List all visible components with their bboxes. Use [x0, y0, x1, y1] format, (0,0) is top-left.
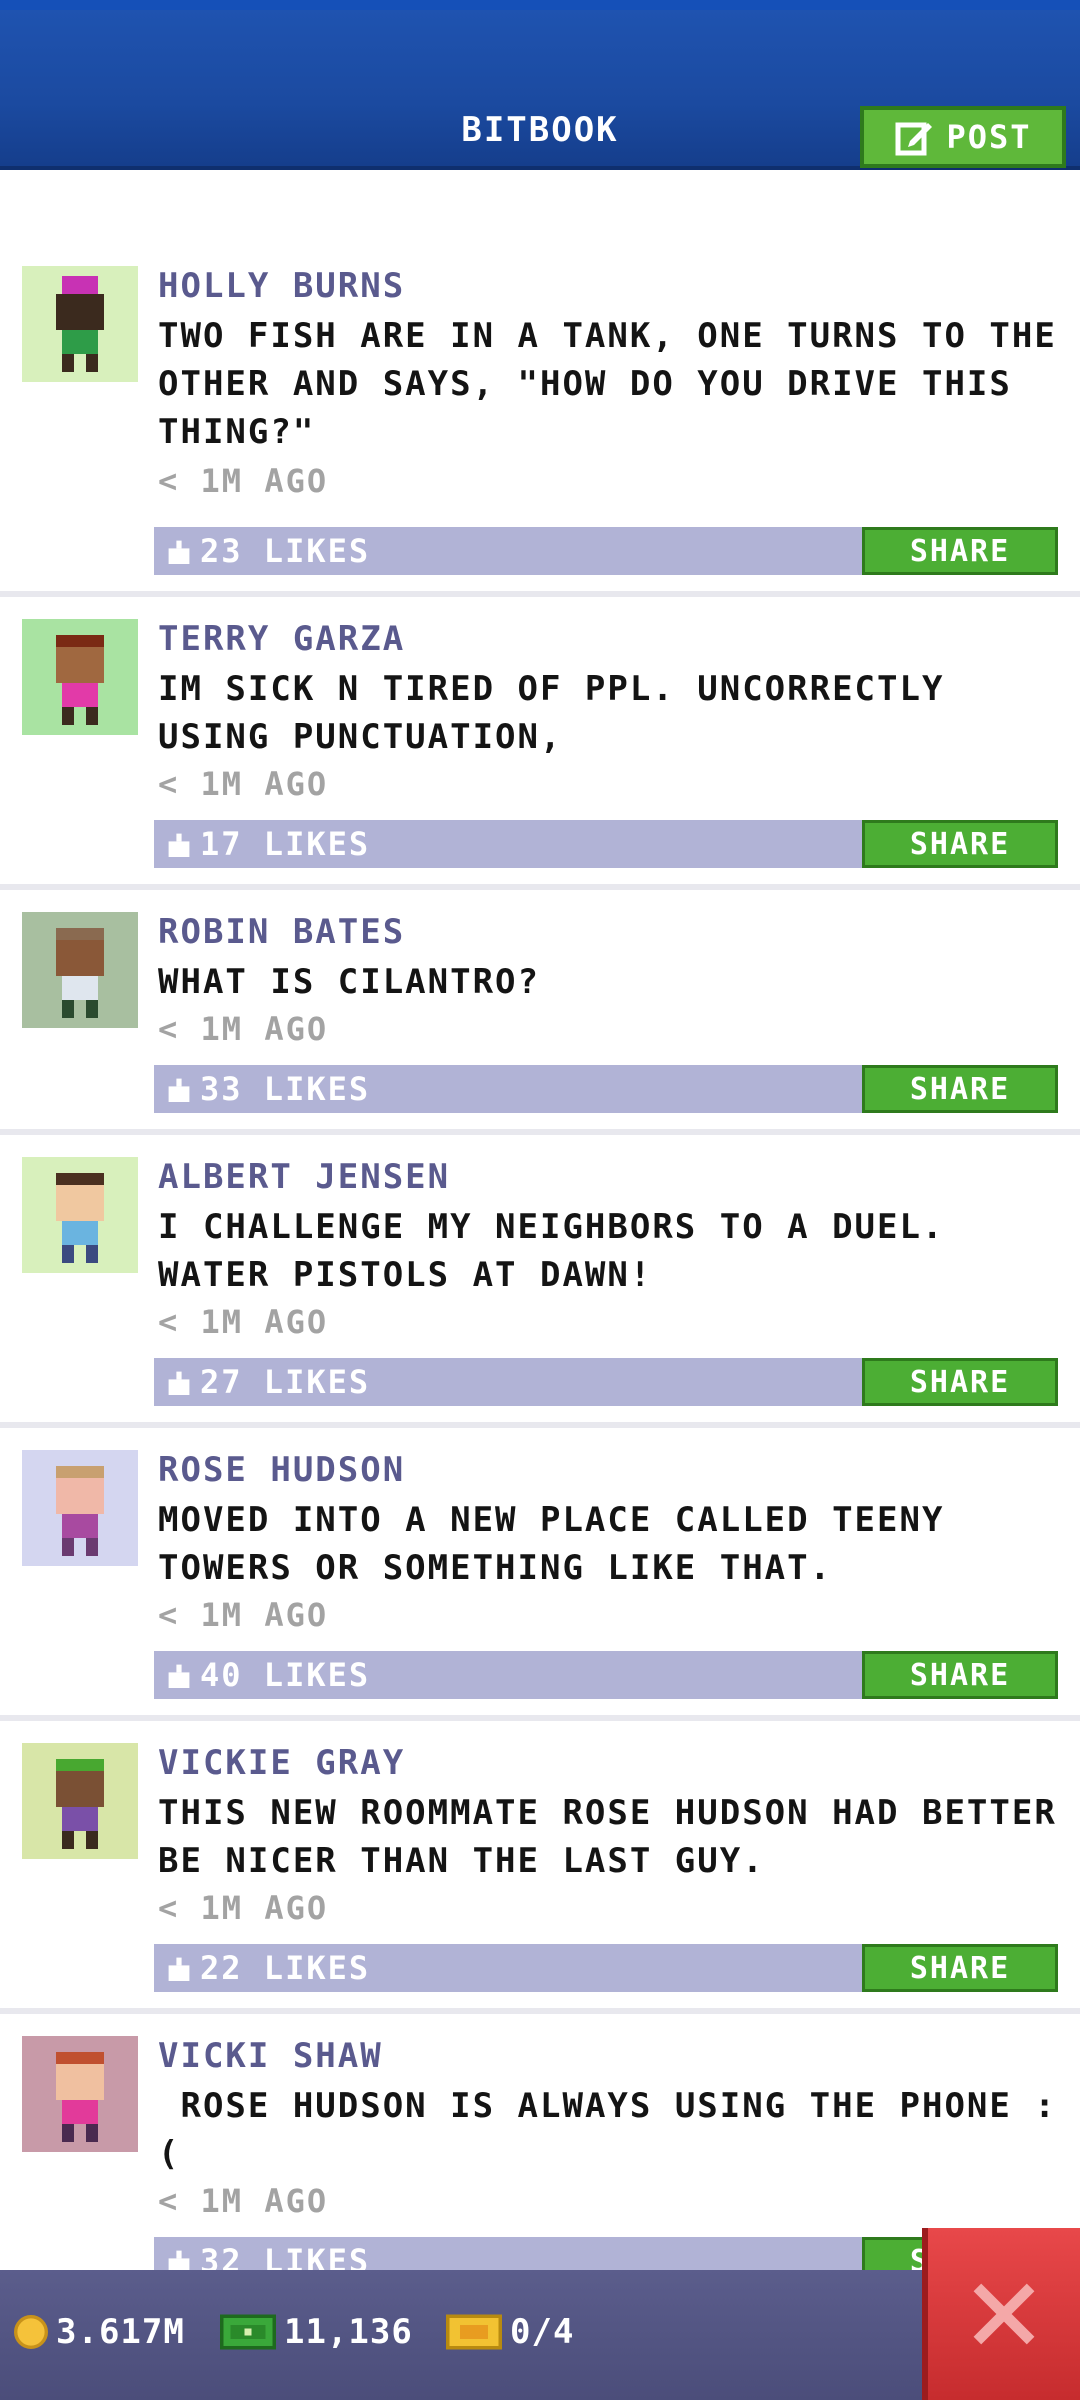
post-author: VICKIE GRAY [158, 1743, 406, 1783]
coin-icon [14, 2315, 48, 2349]
avatar[interactable] [22, 1157, 138, 1273]
share-button[interactable]: SHARE [862, 1944, 1058, 1992]
post-message: THIS NEW ROOMMATE ROSE HUDSON HAD BETTER… [158, 1793, 1057, 1881]
post-time: < 1M AGO [158, 462, 329, 500]
avatar[interactable] [22, 912, 138, 1028]
post-time: < 1M AGO [158, 2182, 329, 2220]
edit-icon [895, 122, 933, 156]
status-bar: 3.617M 11,136 0/4 [0, 2270, 1080, 2400]
thumbs-up-icon [168, 540, 190, 564]
coins-stat: 3.617M [14, 2312, 185, 2352]
post-time: < 1M AGO [158, 1889, 329, 1927]
thumbs-up-icon [168, 2250, 190, 2270]
post-message: I CHALLENGE MY NEIGHBORS TO A DUEL. WATE… [158, 1207, 945, 1295]
share-button[interactable]: SHARE [862, 820, 1058, 868]
post: ROBIN BATES WHAT IS CILANTRO? < 1M AGO 3… [0, 890, 1080, 1135]
avatar[interactable] [22, 1743, 138, 1859]
thumbs-up-icon [168, 1664, 190, 1688]
post-author: HOLLY BURNS [158, 266, 406, 306]
bux-stat: 11,136 [220, 2312, 413, 2352]
coins-value: 3.617M [56, 2312, 185, 2352]
post-button[interactable]: POST [860, 106, 1066, 168]
post-author: TERRY GARZA [158, 619, 406, 659]
post-time: < 1M AGO [158, 765, 329, 803]
avatar-icon [56, 928, 104, 1018]
like-bar: 33 LIKES SHARE [154, 1065, 1058, 1113]
post-time: < 1M AGO [158, 1596, 329, 1634]
post-message: TWO FISH ARE IN A TANK, ONE TURNS TO THE… [158, 316, 1057, 452]
post-message: WHAT IS CILANTRO? [158, 962, 540, 1002]
post-author: ROSE HUDSON [158, 1450, 406, 1490]
like-count: 40 LIKES [200, 1656, 371, 1694]
post-author: ROBIN BATES [158, 912, 406, 952]
avatar-icon [56, 1173, 104, 1263]
like-count: 22 LIKES [200, 1949, 371, 1987]
bux-value: 11,136 [284, 2312, 413, 2352]
bux-icon [220, 2314, 276, 2350]
post: ALBERT JENSEN I CHALLENGE MY NEIGHBORS T… [0, 1135, 1080, 1428]
post: VICKI SHAW ROSE HUDSON IS ALWAYS USING T… [0, 2014, 1080, 2270]
avatar[interactable] [22, 2036, 138, 2152]
like-count: 33 LIKES [200, 1070, 371, 1108]
post: VICKIE GRAY THIS NEW ROOMMATE ROSE HUDSO… [0, 1721, 1080, 2014]
tickets-stat: 0/4 [446, 2312, 574, 2352]
avatar-icon [56, 1466, 104, 1556]
close-button[interactable] [922, 2228, 1080, 2400]
avatar[interactable] [22, 619, 138, 735]
avatar-icon [56, 1759, 104, 1849]
avatar[interactable] [22, 266, 138, 382]
post-time: < 1M AGO [158, 1303, 329, 1341]
thumbs-up-icon [168, 1957, 190, 1981]
avatar[interactable] [22, 1450, 138, 1566]
share-button[interactable]: SHARE [862, 1651, 1058, 1699]
share-button[interactable]: SHARE [862, 1065, 1058, 1113]
post: HOLLY BURNS TWO FISH ARE IN A TANK, ONE … [0, 170, 1080, 597]
like-bar: 27 LIKES SHARE [154, 1358, 1058, 1406]
thumbs-up-icon [168, 1078, 190, 1102]
feed[interactable]: HOLLY BURNS TWO FISH ARE IN A TANK, ONE … [0, 170, 1080, 2270]
share-button[interactable]: SHARE [862, 1358, 1058, 1406]
ticket-icon [446, 2314, 502, 2350]
post-author: ALBERT JENSEN [158, 1157, 451, 1197]
close-icon [973, 2283, 1035, 2345]
post-message: MOVED INTO A NEW PLACE CALLED TEENY TOWE… [158, 1500, 945, 1588]
post-message: ROSE HUDSON IS ALWAYS USING THE PHONE :( [158, 2086, 1057, 2174]
top-bar: BITBOOK POST [0, 0, 1080, 170]
avatar-icon [56, 635, 104, 725]
share-button[interactable]: SHARE [862, 527, 1058, 575]
like-count: 27 LIKES [200, 1363, 371, 1401]
post-button-label: POST [946, 118, 1032, 156]
like-bar: 23 LIKES SHARE [154, 527, 1058, 575]
post: ROSE HUDSON MOVED INTO A NEW PLACE CALLE… [0, 1428, 1080, 1721]
like-bar: 17 LIKES SHARE [154, 820, 1058, 868]
like-bar: 40 LIKES SHARE [154, 1651, 1058, 1699]
avatar-icon [56, 2052, 104, 2142]
post: TERRY GARZA IM SICK N TIRED OF PPL. UNCO… [0, 597, 1080, 890]
like-bar: 22 LIKES SHARE [154, 1944, 1058, 1992]
like-count: 17 LIKES [200, 825, 371, 863]
thumbs-up-icon [168, 833, 190, 857]
like-count: 23 LIKES [200, 532, 371, 570]
tickets-value: 0/4 [510, 2312, 575, 2352]
post-time: < 1M AGO [158, 1010, 329, 1048]
avatar-icon [56, 276, 104, 372]
post-author: VICKI SHAW [158, 2036, 383, 2076]
thumbs-up-icon [168, 1371, 190, 1395]
like-count: 32 LIKES [200, 2242, 371, 2270]
post-message: IM SICK N TIRED OF PPL. UNCORRECTLY USIN… [158, 669, 945, 757]
